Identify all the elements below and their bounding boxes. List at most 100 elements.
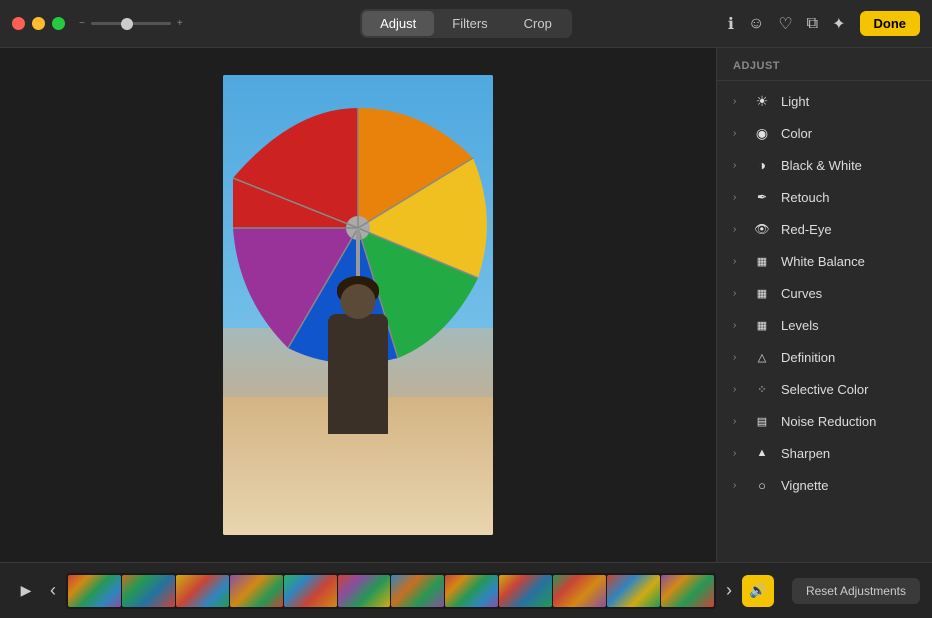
tab-crop[interactable]: Crop bbox=[506, 11, 570, 36]
maximize-button[interactable] bbox=[52, 17, 65, 30]
photo-display bbox=[223, 75, 493, 535]
filmstrip bbox=[66, 573, 716, 609]
magic-wand-icon[interactable]: ✦ bbox=[832, 14, 845, 34]
photo-area bbox=[0, 48, 716, 562]
red-eye-label: Red-Eye bbox=[781, 222, 920, 237]
definition-icon: △ bbox=[753, 348, 771, 366]
retouch-icon: ✒ bbox=[753, 188, 771, 206]
levels-label: Levels bbox=[781, 318, 920, 333]
color-label: Color bbox=[781, 126, 920, 141]
zoom-slider[interactable]: − + bbox=[79, 18, 183, 29]
adjust-list: › ☀ Light › ◉ Color › ◑ Black & White › … bbox=[717, 81, 932, 505]
light-icon: ☀ bbox=[753, 92, 771, 110]
tab-group: Adjust Filters Crop bbox=[360, 9, 572, 38]
curves-label: Curves bbox=[781, 286, 920, 301]
heart-icon[interactable]: ♡ bbox=[778, 14, 792, 34]
adjust-item-noise-reduction[interactable]: › ▤ Noise Reduction bbox=[717, 405, 932, 437]
filmstrip-frame bbox=[230, 575, 283, 607]
person-head bbox=[341, 284, 376, 319]
chevron-icon: › bbox=[733, 448, 743, 459]
zoom-out-icon: − bbox=[79, 18, 85, 29]
duplicate-icon[interactable]: ⧉ bbox=[807, 15, 818, 33]
adjust-item-white-balance[interactable]: › ▦ White Balance bbox=[717, 245, 932, 277]
adjust-panel: ADJUST › ☀ Light › ◉ Color › ◑ Black & W… bbox=[716, 48, 932, 562]
vignette-icon: ○ bbox=[753, 476, 771, 494]
filmstrip-frame bbox=[607, 575, 660, 607]
face-icon[interactable]: ☺ bbox=[748, 15, 764, 33]
retouch-label: Retouch bbox=[781, 190, 920, 205]
adjust-item-red-eye[interactable]: › 👁 Red-Eye bbox=[717, 213, 932, 245]
tab-adjust[interactable]: Adjust bbox=[362, 11, 434, 36]
adjust-item-sharpen[interactable]: › ▲ Sharpen bbox=[717, 437, 932, 469]
noise-reduction-icon: ▤ bbox=[753, 412, 771, 430]
chevron-icon: › bbox=[733, 224, 743, 235]
adjust-item-selective-color[interactable]: › ⁘ Selective Color bbox=[717, 373, 932, 405]
adjust-item-levels[interactable]: › ▦ Levels bbox=[717, 309, 932, 341]
levels-icon: ▦ bbox=[753, 316, 771, 334]
filmstrip-frame bbox=[445, 575, 498, 607]
info-icon[interactable]: ℹ bbox=[728, 14, 734, 34]
filmstrip-frame bbox=[553, 575, 606, 607]
filmstrip-frame bbox=[391, 575, 444, 607]
adjust-item-light[interactable]: › ☀ Light bbox=[717, 85, 932, 117]
main-content: ADJUST › ☀ Light › ◉ Color › ◑ Black & W… bbox=[0, 48, 932, 562]
sharpen-icon: ▲ bbox=[753, 444, 771, 462]
chevron-icon: › bbox=[733, 352, 743, 363]
selective-color-icon: ⁘ bbox=[753, 380, 771, 398]
black-white-label: Black & White bbox=[781, 158, 920, 173]
bottom-bar: ▶ ‹ › 🔊 Reset Adjustments bbox=[0, 562, 932, 618]
minimize-button[interactable] bbox=[32, 17, 45, 30]
selective-color-label: Selective Color bbox=[781, 382, 920, 397]
chevron-icon: › bbox=[733, 192, 743, 203]
chevron-icon: › bbox=[733, 160, 743, 171]
chevron-icon: › bbox=[733, 416, 743, 427]
filmstrip-frame bbox=[499, 575, 552, 607]
adjust-item-curves[interactable]: › ▦ Curves bbox=[717, 277, 932, 309]
adjust-item-vignette[interactable]: › ○ Vignette bbox=[717, 469, 932, 501]
adjust-header: ADJUST bbox=[717, 48, 932, 81]
filmstrip-frame bbox=[68, 575, 121, 607]
filmstrip-frame bbox=[338, 575, 391, 607]
filmstrip-left-bracket[interactable]: ‹ bbox=[50, 580, 56, 601]
traffic-lights bbox=[12, 17, 65, 30]
chevron-icon: › bbox=[733, 96, 743, 107]
adjust-item-definition[interactable]: › △ Definition bbox=[717, 341, 932, 373]
black-white-icon: ◑ bbox=[753, 156, 771, 174]
done-button[interactable]: Done bbox=[860, 11, 921, 36]
adjust-item-retouch[interactable]: › ✒ Retouch bbox=[717, 181, 932, 213]
title-bar: − + Adjust Filters Crop ℹ ☺ ♡ ⧉ ✦ Done bbox=[0, 0, 932, 48]
color-icon: ◉ bbox=[753, 124, 771, 142]
noise-reduction-label: Noise Reduction bbox=[781, 414, 920, 429]
close-button[interactable] bbox=[12, 17, 25, 30]
vignette-label: Vignette bbox=[781, 478, 920, 493]
volume-icon: 🔊 bbox=[749, 582, 766, 599]
person-body bbox=[328, 314, 388, 434]
toolbar-right: ℹ ☺ ♡ ⧉ ✦ Done bbox=[728, 11, 920, 36]
chevron-icon: › bbox=[733, 256, 743, 267]
zoom-in-icon: + bbox=[177, 18, 183, 29]
curves-icon: ▦ bbox=[753, 284, 771, 302]
slider-thumb[interactable] bbox=[121, 18, 133, 30]
filmstrip-frame bbox=[661, 575, 714, 607]
volume-button[interactable]: 🔊 bbox=[742, 575, 774, 607]
adjust-item-color[interactable]: › ◉ Color bbox=[717, 117, 932, 149]
white-balance-icon: ▦ bbox=[753, 252, 771, 270]
adjust-item-black-white[interactable]: › ◑ Black & White bbox=[717, 149, 932, 181]
sharpen-label: Sharpen bbox=[781, 446, 920, 461]
chevron-icon: › bbox=[733, 128, 743, 139]
reset-adjustments-button[interactable]: Reset Adjustments bbox=[792, 578, 920, 604]
definition-label: Definition bbox=[781, 350, 920, 365]
slider-track[interactable] bbox=[91, 22, 171, 25]
tab-filters[interactable]: Filters bbox=[434, 11, 505, 36]
filmstrip-frame bbox=[284, 575, 337, 607]
play-button[interactable]: ▶ bbox=[12, 577, 40, 605]
light-label: Light bbox=[781, 94, 920, 109]
filmstrip-right-bracket[interactable]: › bbox=[726, 580, 732, 601]
photo-frame bbox=[223, 75, 493, 535]
chevron-icon: › bbox=[733, 384, 743, 395]
chevron-icon: › bbox=[733, 480, 743, 491]
red-eye-icon: 👁 bbox=[753, 220, 771, 238]
filmstrip-frame bbox=[122, 575, 175, 607]
white-balance-label: White Balance bbox=[781, 254, 920, 269]
chevron-icon: › bbox=[733, 320, 743, 331]
